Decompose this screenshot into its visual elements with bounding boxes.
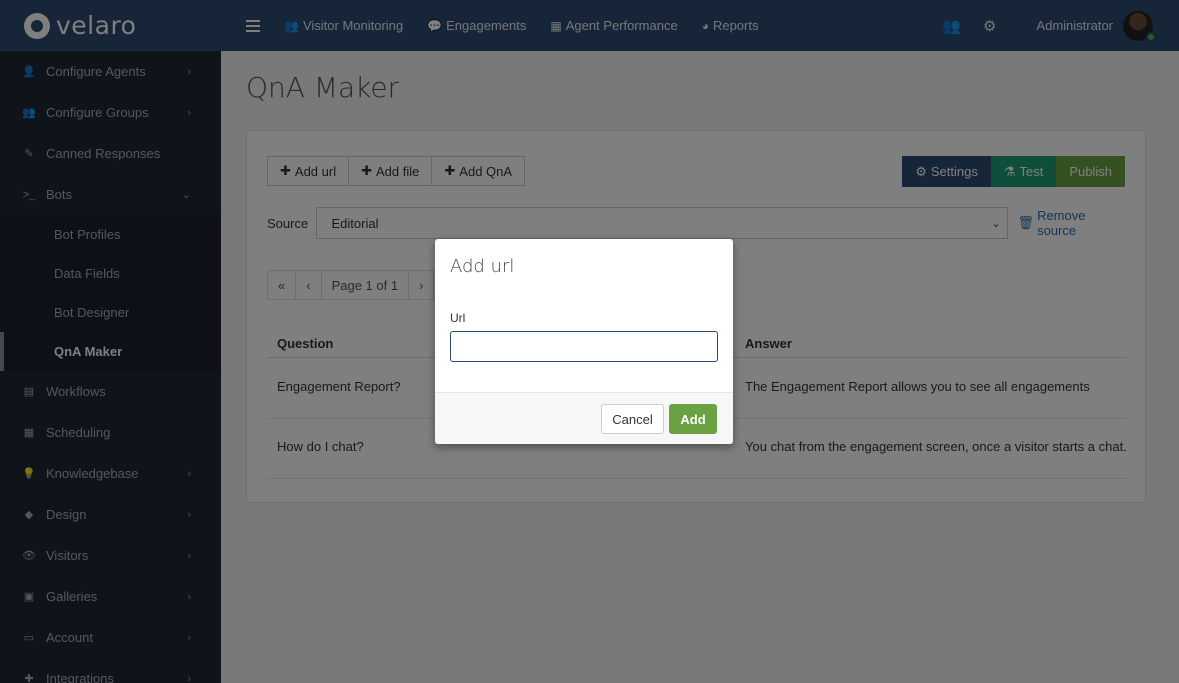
add-button[interactable]: Add: [669, 404, 717, 434]
url-field-label: Url: [450, 311, 466, 325]
add-url-modal: Add url Url Cancel Add: [435, 239, 733, 444]
modal-title: Add url: [450, 256, 515, 277]
modal-footer: Cancel Add: [435, 392, 733, 444]
cancel-button[interactable]: Cancel: [601, 404, 664, 434]
url-input[interactable]: [450, 331, 718, 362]
